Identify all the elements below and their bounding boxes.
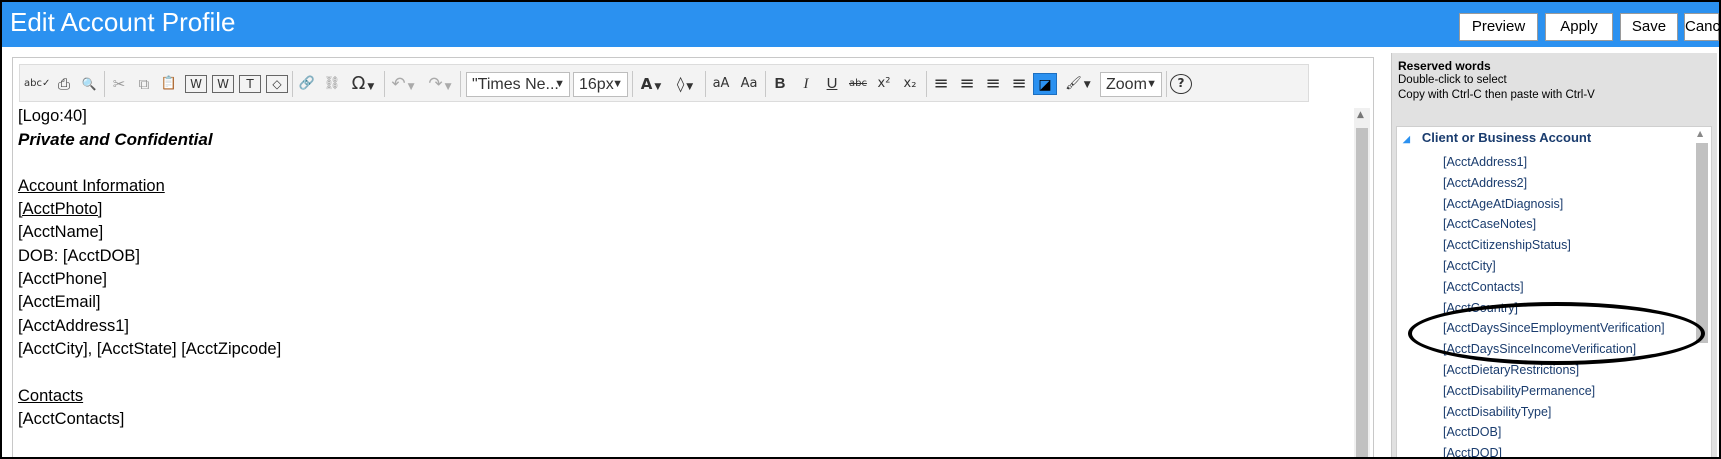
- reserved-word-item[interactable]: [AcctAgeAtDiagnosis]: [1443, 194, 1665, 215]
- change-case-icon[interactable]: Aa: [737, 73, 761, 95]
- apply-button[interactable]: Apply: [1545, 13, 1613, 41]
- font-size-select[interactable]: 16px ▼: [573, 72, 628, 97]
- chevron-down-icon: ▼: [1146, 78, 1157, 90]
- reserved-word-item[interactable]: [AcctAddress1]: [1443, 152, 1665, 173]
- save-button[interactable]: Save: [1620, 13, 1678, 41]
- print-icon[interactable]: ⎙: [53, 73, 75, 95]
- bg-color-icon[interactable]: ◊: [670, 73, 700, 95]
- paste-html-icon[interactable]: ◇: [266, 75, 288, 93]
- align-right-icon[interactable]: ≡: [982, 73, 1004, 95]
- reserved-word-item[interactable]: [AcctDOD]: [1443, 443, 1665, 457]
- preview-button[interactable]: Preview: [1459, 13, 1538, 41]
- document-line: [AcctEmail]: [18, 293, 101, 312]
- editor-content[interactable]: [Logo:40] Private and Confidential Account…: [18, 105, 1356, 457]
- editor-scrollbar[interactable]: ▲: [1354, 108, 1370, 457]
- find-icon[interactable]: 🔍: [78, 73, 100, 95]
- link-icon[interactable]: 🔗: [296, 73, 318, 95]
- help-icon[interactable]: ?: [1170, 74, 1192, 94]
- paste-word-icon[interactable]: W: [185, 75, 207, 93]
- tree-group-client-account[interactable]: ◢ Client or Business Account: [1403, 130, 1591, 145]
- document-line: [AcctName]: [18, 223, 104, 242]
- app-window: Edit Account Profile Preview Apply Save …: [0, 0, 1721, 459]
- paste-word-icon[interactable]: W: [212, 75, 234, 93]
- bold-icon[interactable]: B: [769, 73, 791, 95]
- spellcheck-icon[interactable]: abc✓: [24, 73, 50, 95]
- reserved-word-item[interactable]: [AcctDOB]: [1443, 422, 1665, 443]
- font-color-icon[interactable]: A: [636, 73, 666, 95]
- document-line: [AcctCity], [AcctState] [AcctZipcode]: [18, 339, 282, 358]
- font-family-select[interactable]: "Times Ne... ▼: [466, 72, 570, 97]
- reserved-word-item[interactable]: [AcctCaseNotes]: [1443, 214, 1665, 235]
- paste-text-icon[interactable]: T: [239, 75, 261, 93]
- align-center-icon[interactable]: ≡: [956, 73, 978, 95]
- toolbar-separator: [1166, 71, 1167, 97]
- chevron-down-icon: ▼: [554, 78, 565, 90]
- reserved-words-hint: Double-click to select: [1398, 74, 1507, 86]
- page-title: Edit Account Profile: [10, 7, 236, 37]
- cancel-button[interactable]: Cancel: [1684, 13, 1719, 41]
- special-char-icon[interactable]: Ω: [346, 73, 380, 95]
- redo-icon[interactable]: ↷: [424, 73, 456, 95]
- reserved-word-item[interactable]: [AcctDisabilityPermanence]: [1443, 381, 1665, 402]
- justify-icon[interactable]: ≡: [1008, 73, 1030, 95]
- document-line: [AcctPhone]: [18, 270, 107, 289]
- reserved-words-panel: Reserved words Double-click to select Co…: [1391, 53, 1717, 457]
- highlight-circle-annotation: [1408, 302, 1705, 365]
- align-left-icon[interactable]: ≡: [930, 73, 952, 95]
- paste-icon[interactable]: 📋: [158, 73, 180, 95]
- scroll-up-icon[interactable]: ▲: [1357, 110, 1364, 120]
- document-line: [AcctContacts]: [18, 409, 125, 428]
- document-line: DOB: [AcctDOB]: [18, 246, 140, 265]
- document-line: [Logo:40]: [18, 107, 87, 125]
- italic-icon[interactable]: I: [795, 73, 817, 95]
- toolbar-separator: [705, 71, 706, 97]
- toolbar-separator: [765, 71, 766, 97]
- zoom-select[interactable]: Zoom ▼: [1100, 72, 1162, 97]
- reserved-word-item[interactable]: [AcctCity]: [1443, 256, 1665, 277]
- unlink-icon[interactable]: ⛓: [321, 73, 343, 95]
- toolbar-separator: [292, 71, 293, 97]
- document-line: Contacts: [18, 386, 84, 405]
- undo-icon[interactable]: ↶: [387, 73, 419, 95]
- toolbar-separator: [384, 71, 385, 97]
- toolbar-separator: [460, 71, 461, 97]
- reserved-words-tree: ◢ Client or Business Account [AcctAddress…: [1396, 126, 1712, 457]
- superscript-icon[interactable]: x²: [873, 73, 895, 95]
- reserved-word-item[interactable]: [AcctDisabilityType]: [1443, 402, 1665, 423]
- title-bar: Edit Account Profile Preview Apply Save …: [2, 2, 1719, 47]
- document-line: Private and Confidential: [18, 130, 213, 150]
- clear-format-icon[interactable]: ◪: [1033, 73, 1057, 95]
- reserved-word-item[interactable]: [AcctContacts]: [1443, 277, 1665, 298]
- increase-size-icon[interactable]: aA: [709, 73, 733, 95]
- cut-icon[interactable]: ✂: [108, 73, 130, 95]
- rich-text-editor: abc✓ ⎙ 🔍 ✂ ⧉ 📋 W W T ◇ 🔗 ⛓ Ω ↶ ↷ "Times …: [12, 57, 1374, 457]
- editor-toolbar: abc✓ ⎙ 🔍 ✂ ⧉ 📋 W W T ◇ 🔗 ⛓ Ω ↶ ↷ "Times …: [19, 64, 1309, 102]
- scrollbar-thumb[interactable]: [1356, 128, 1368, 457]
- toolbar-separator: [926, 71, 927, 97]
- subscript-icon[interactable]: x₂: [899, 73, 921, 95]
- collapse-triangle-icon[interactable]: ◢: [1403, 134, 1410, 144]
- underline-icon[interactable]: U: [821, 73, 843, 95]
- chevron-down-icon: ▼: [612, 78, 623, 90]
- reserved-word-item[interactable]: [AcctAddress2]: [1443, 173, 1665, 194]
- reserved-words-hint: Copy with Ctrl-C then paste with Ctrl-V: [1398, 89, 1595, 101]
- document-line: Account Information: [18, 176, 165, 195]
- tree-scrollbar[interactable]: ▲: [1695, 129, 1709, 457]
- scrollbar-thumb[interactable]: [1696, 143, 1708, 343]
- document-line: [AcctAddress1]: [18, 316, 129, 335]
- strikethrough-icon[interactable]: abc: [846, 73, 870, 95]
- format-painter-icon[interactable]: 🖌: [1061, 73, 1095, 95]
- copy-icon[interactable]: ⧉: [133, 73, 155, 95]
- document-line: [AcctPhoto]: [18, 200, 103, 219]
- scroll-up-icon[interactable]: ▲: [1697, 129, 1703, 138]
- toolbar-separator: [104, 71, 105, 97]
- toolbar-separator: [632, 71, 633, 97]
- reserved-word-item[interactable]: [AcctCitizenshipStatus]: [1443, 235, 1665, 256]
- reserved-words-title: Reserved words: [1398, 59, 1491, 73]
